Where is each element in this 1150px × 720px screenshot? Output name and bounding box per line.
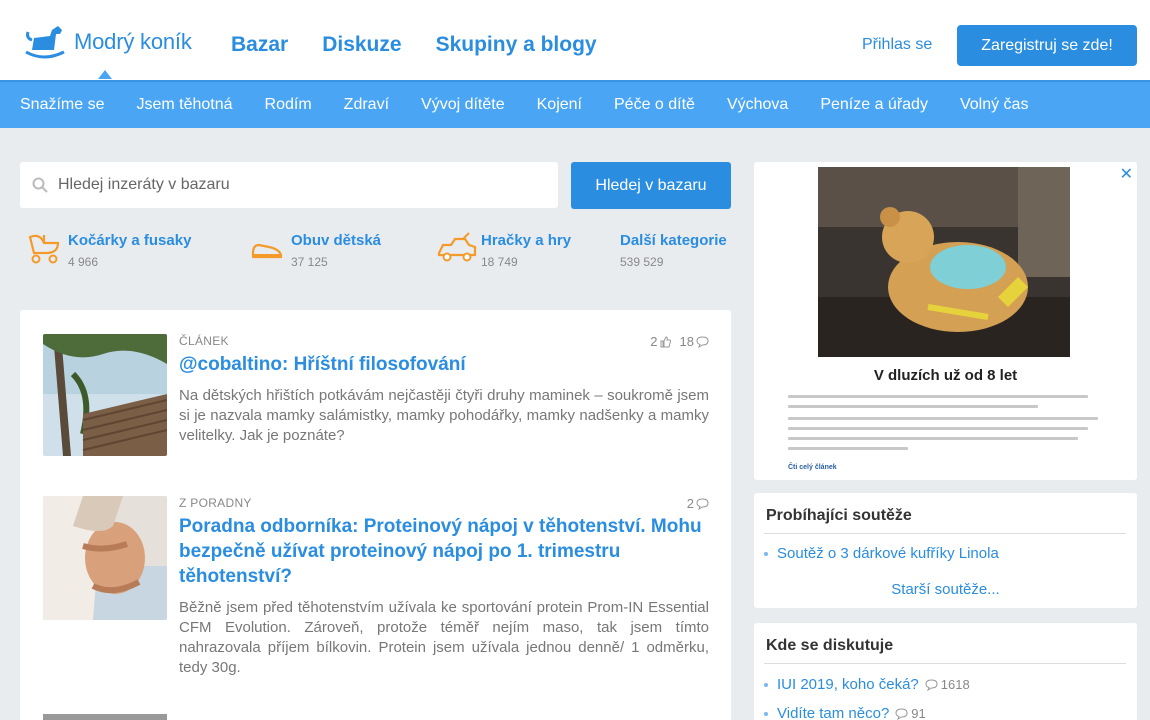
article-card[interactable]: Článek 2 18 @cobaltino: Hříštní filosofo… — [20, 334, 731, 484]
catnav-vychova[interactable]: Výchova — [727, 96, 788, 114]
login-link[interactable]: Přihlas se — [862, 36, 932, 54]
ad-read-more-link[interactable]: Čti celý článek — [788, 464, 837, 471]
category-count: 37 125 — [291, 255, 328, 269]
article-category: Článek — [179, 334, 229, 348]
article-category: Z poradny — [179, 496, 252, 510]
comment-icon — [696, 497, 709, 510]
stroller-icon — [28, 234, 60, 264]
close-icon[interactable]: ✕ — [1120, 164, 1133, 184]
bazar-search — [20, 162, 558, 208]
logo-text: Modrý koník — [74, 29, 192, 54]
ad-text-line — [788, 437, 1078, 440]
contest-item[interactable]: Soutěž o 3 dárkové kufříky Linola — [764, 545, 999, 562]
bullet — [764, 551, 768, 556]
discussions-box: Kde se diskutuje IUI 2019, koho čeká? 16… — [754, 623, 1137, 720]
category-name: Kočárky a fusaky — [68, 232, 192, 249]
category-name: Další kategorie — [620, 232, 727, 249]
article-stats: 2 — [679, 496, 709, 511]
bazar-category-obuv[interactable]: Obuv dětská 37 125 — [243, 228, 381, 269]
comment-count: 18 — [680, 334, 709, 349]
active-caret — [98, 70, 112, 79]
catnav-rodim[interactable]: Rodím — [265, 96, 312, 114]
rocking-horse-icon — [25, 26, 65, 59]
article-thumbnail[interactable] — [43, 496, 167, 620]
toy-car-icon — [437, 232, 477, 262]
catnav-zdravi[interactable]: Zdraví — [344, 96, 389, 114]
bullet — [764, 711, 768, 716]
like-count: 2 — [650, 334, 671, 349]
divider — [764, 663, 1126, 664]
ad-text-line — [788, 447, 908, 450]
discussion-link[interactable]: IUI 2019, koho čeká? — [777, 676, 919, 693]
nav-skupiny-blogy[interactable]: Skupiny a blogy — [436, 33, 597, 57]
contests-title: Probíhajíci soutěže — [766, 507, 912, 524]
bazar-categories: Kočárky a fusaky 4 966 Obuv dětská 37 12… — [20, 228, 732, 276]
catnav-jsem-tehotna[interactable]: Jsem těhotná — [136, 96, 232, 114]
main-nav: Bazar Diskuze Skupiny a blogy — [231, 33, 631, 57]
article-feed: Článek 2 18 @cobaltino: Hříštní filosofo… — [20, 310, 731, 720]
discussion-item[interactable]: Vidíte tam něco? 91 — [764, 705, 926, 720]
article-title[interactable]: @cobaltino: Hříštní filosofování — [179, 352, 709, 377]
catnav-kojeni[interactable]: Kojení — [537, 96, 582, 114]
category-count: 539 529 — [620, 255, 664, 269]
article-thumbnail[interactable] — [43, 334, 167, 456]
bazar-category-kocarky[interactable]: Kočárky a fusaky 4 966 — [20, 228, 191, 269]
article-thumbnail-partial[interactable] — [43, 714, 167, 720]
search-button[interactable]: Hledej v bazaru — [571, 162, 731, 209]
ad-text-line — [788, 427, 1088, 430]
article-excerpt: Běžně jsem před těhotenstvím užívala ke … — [179, 599, 709, 676]
contest-link[interactable]: Soutěž o 3 dárkové kufříky Linola — [777, 545, 999, 562]
category-name: Hračky a hry — [481, 232, 572, 249]
comment-count: 2 — [687, 496, 709, 511]
ad-image[interactable] — [818, 167, 1070, 357]
divider — [764, 533, 1126, 534]
discussion-link[interactable]: Vidíte tam něco? — [777, 705, 889, 720]
nav-bazar[interactable]: Bazar — [231, 33, 288, 57]
comment-icon — [696, 335, 709, 348]
category-count: 4 966 — [68, 255, 99, 269]
search-icon — [32, 177, 48, 193]
bazar-category-dalsi[interactable]: Další kategorie 539 529 — [620, 228, 727, 269]
ad-text-line — [788, 417, 1098, 420]
article-stats: 2 18 — [642, 334, 709, 349]
catnav-vyvoj-ditete[interactable]: Vývoj dítěte — [421, 96, 505, 114]
advertisement[interactable]: ✕ V dluzích už od 8 let Čti celý článek — [754, 162, 1137, 480]
catnav-pece-o-dite[interactable]: Péče o dítě — [614, 96, 695, 114]
category-name: Obuv dětská — [291, 232, 382, 249]
shoe-icon — [251, 243, 283, 259]
article-excerpt: Na dětských hřištích potkávám nejčastěji… — [179, 387, 709, 444]
thumbs-up-icon — [660, 335, 671, 347]
older-contests-link[interactable]: Starší soutěže... — [754, 581, 1137, 598]
nav-diskuze[interactable]: Diskuze — [322, 33, 401, 57]
register-button[interactable]: Zaregistruj se zde! — [957, 25, 1137, 66]
bazar-category-hracky[interactable]: Hračky a hry 18 749 — [433, 228, 571, 269]
catnav-penize-urady[interactable]: Peníze a úřady — [820, 96, 928, 114]
article-card[interactable]: Z poradny 2 Poradna odborníka: Proteinov… — [20, 496, 731, 720]
article-title[interactable]: Poradna odborníka: Proteinový nápoj v tě… — [179, 514, 709, 589]
discussion-item[interactable]: IUI 2019, koho čeká? 1618 — [764, 676, 970, 693]
category-nav: Snažíme se Jsem těhotná Rodím Zdraví Výv… — [0, 80, 1150, 128]
comment-icon — [925, 678, 938, 691]
contests-box: Probíhajíci soutěže Soutěž o 3 dárkové k… — [754, 493, 1137, 608]
discussions-title: Kde se diskutuje — [766, 637, 894, 654]
search-input[interactable] — [58, 176, 528, 194]
ad-text-line — [788, 405, 1038, 408]
category-count: 18 749 — [481, 255, 518, 269]
discussion-count: 91 — [895, 706, 926, 720]
catnav-snazime-se[interactable]: Snažíme se — [20, 96, 104, 114]
discussion-count: 1618 — [925, 677, 970, 692]
ad-title: V dluzích už od 8 let — [873, 367, 1018, 384]
site-logo[interactable]: Modrý koník — [20, 22, 192, 62]
comment-icon — [895, 707, 908, 720]
bullet — [764, 682, 768, 687]
catnav-volny-cas[interactable]: Volný čas — [960, 96, 1028, 114]
ad-text-line — [788, 395, 1088, 398]
top-header: Modrý koník Bazar Diskuze Skupiny a blog… — [0, 0, 1150, 80]
